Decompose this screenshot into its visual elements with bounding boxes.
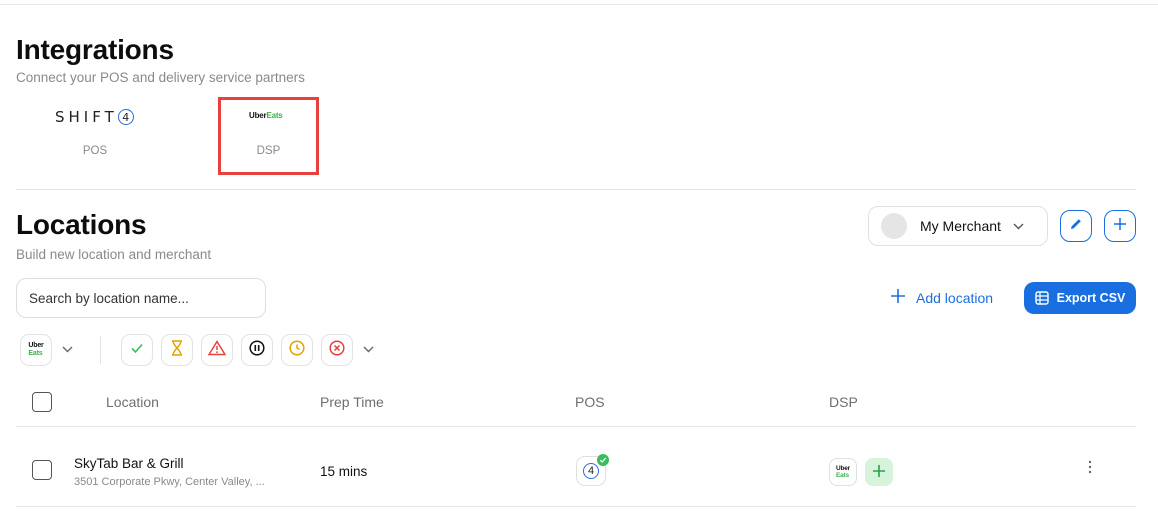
chevron-down-icon xyxy=(62,344,73,356)
filter-separator xyxy=(100,336,101,364)
uber-eats-logo-text-1: Uber xyxy=(835,465,850,472)
shift4-logo: SHIFT 4 xyxy=(55,108,134,126)
uber-eats-logo-text-2: Eats xyxy=(835,472,849,479)
locations-title: Locations xyxy=(16,209,147,240)
integration-type-label: POS xyxy=(82,145,108,157)
integrations-subtitle: Connect your POS and delivery service pa… xyxy=(16,70,305,85)
prep-time: 15 mins xyxy=(320,464,368,479)
uber-eats-logo: Uber Eats xyxy=(28,342,43,358)
column-header-pos[interactable]: POS xyxy=(575,394,605,410)
hourglass-icon xyxy=(170,339,184,361)
status-filter-dropdown[interactable] xyxy=(363,344,374,356)
integration-card-pos[interactable]: SHIFT 4 POS xyxy=(40,104,150,164)
pause-icon xyxy=(249,339,265,361)
dsp-filter-dropdown[interactable] xyxy=(62,344,73,356)
top-divider xyxy=(0,4,1158,5)
add-location-label: Add location xyxy=(916,289,994,306)
add-dsp-button[interactable] xyxy=(865,458,893,486)
location-name[interactable]: SkyTab Bar & Grill xyxy=(74,456,184,471)
status-filter-paused[interactable] xyxy=(241,334,273,366)
merchant-avatar xyxy=(881,213,907,239)
status-filter-error[interactable] xyxy=(321,334,353,366)
check-icon xyxy=(130,341,144,360)
uber-eats-logo-text-1: Uber xyxy=(28,342,44,349)
plus-icon xyxy=(1113,217,1127,236)
shift4-icon: 4 xyxy=(583,463,599,479)
section-divider xyxy=(16,189,1136,190)
table-icon xyxy=(1034,291,1049,305)
kebab-icon xyxy=(1088,460,1092,478)
chevron-down-icon xyxy=(363,344,374,356)
location-address: 3501 Corporate Pkwy, Center Valley, ... xyxy=(74,476,265,488)
table-row-divider xyxy=(16,506,1136,507)
status-filter-active[interactable] xyxy=(121,334,153,366)
chevron-down-icon xyxy=(1013,219,1024,233)
pencil-icon xyxy=(1068,216,1084,237)
shift4-logo-text: SHIFT xyxy=(55,108,118,126)
row-menu-button[interactable] xyxy=(1088,460,1092,478)
column-header-location[interactable]: Location xyxy=(106,394,159,410)
shift4-logo-badge: 4 xyxy=(117,109,134,125)
plus-icon xyxy=(890,288,906,307)
uber-eats-logo: Uber Eats xyxy=(836,465,850,479)
add-merchant-button[interactable] xyxy=(1104,210,1136,242)
locations-subtitle: Build new location and merchant xyxy=(16,247,212,262)
export-csv-button[interactable]: Export CSV xyxy=(1024,282,1136,314)
integrations-title: Integrations xyxy=(16,34,174,65)
warning-icon xyxy=(207,339,227,361)
merchant-select[interactable]: My Merchant xyxy=(868,206,1048,246)
column-header-dsp[interactable]: DSP xyxy=(829,394,858,410)
select-all-checkbox[interactable] xyxy=(32,392,52,412)
uber-eats-logo-text-2: Eats xyxy=(28,350,43,357)
merchant-select-value: My Merchant xyxy=(920,218,1001,234)
status-filter-pending[interactable] xyxy=(161,334,193,366)
clock-icon xyxy=(289,339,305,361)
status-filter-warning[interactable] xyxy=(201,334,233,366)
error-icon xyxy=(329,339,345,361)
search-input[interactable] xyxy=(16,278,266,318)
add-location-button[interactable]: Add location xyxy=(890,288,993,307)
row-checkbox[interactable] xyxy=(32,460,52,480)
edit-merchant-button[interactable] xyxy=(1060,210,1092,242)
plus-icon xyxy=(872,461,886,484)
selection-highlight xyxy=(218,97,319,175)
dsp-integration-badge[interactable]: Uber Eats xyxy=(829,458,857,486)
dsp-filter-uber-eats[interactable]: Uber Eats xyxy=(20,334,52,366)
column-header-prep-time[interactable]: Prep Time xyxy=(320,394,384,410)
connected-check-icon xyxy=(597,454,609,466)
export-csv-label: Export CSV xyxy=(1056,291,1126,305)
status-filter-scheduled[interactable] xyxy=(281,334,313,366)
